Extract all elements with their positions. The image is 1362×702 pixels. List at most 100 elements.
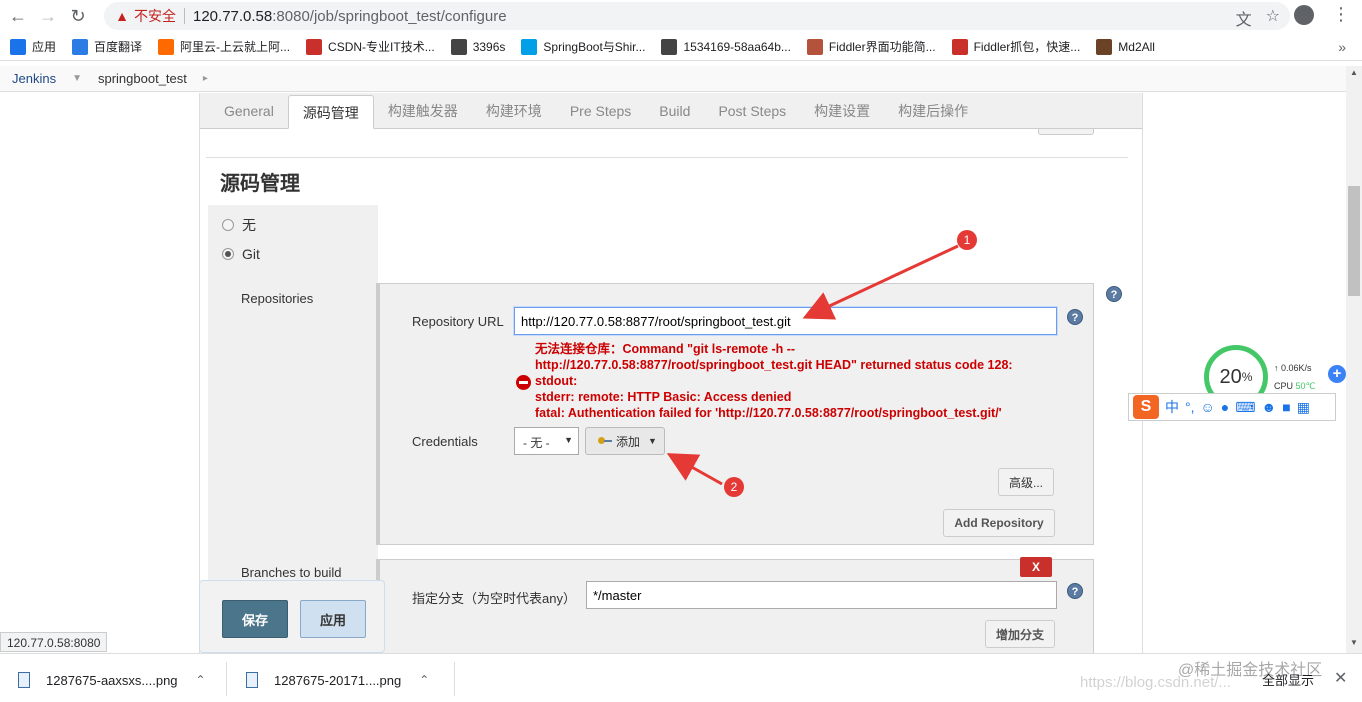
bookmark-item[interactable]: 应用	[10, 38, 56, 55]
bookmark-item[interactable]: Fiddler界面功能简...	[806, 38, 936, 55]
shirt-icon[interactable]: ■	[1282, 399, 1290, 415]
file-icon	[246, 672, 258, 688]
key-icon	[598, 437, 612, 445]
branch-spec-label: 指定分支（为空时代表any）	[412, 591, 576, 606]
bookmark-favicon-icon	[661, 38, 678, 55]
forward-icon[interactable]: →	[36, 4, 60, 28]
breadcrumb-job[interactable]: springboot_test	[86, 71, 199, 86]
bookmark-item[interactable]: SpringBoot与Shir...	[521, 38, 645, 55]
emoji-icon[interactable]: ☺	[1201, 399, 1215, 415]
repositories-label: Repositories	[241, 291, 314, 306]
chevron-up-icon[interactable]: ⌃	[196, 673, 206, 687]
error-icon	[516, 375, 531, 390]
chevron-down-icon: ▼	[648, 436, 657, 446]
more-bookmarks-icon[interactable]: »	[1338, 39, 1346, 55]
tab-1[interactable]: 源码管理	[287, 95, 374, 129]
reload-icon[interactable]: ↻	[66, 4, 90, 28]
radio-none-row[interactable]: 无	[222, 215, 256, 235]
chevron-up-icon[interactable]: ⌃	[419, 673, 429, 687]
bookmark-item[interactable]: Fiddler抓包，快速...	[951, 38, 1080, 55]
chevron-right-icon[interactable]: ▸	[199, 73, 212, 84]
microphone-icon[interactable]: ●	[1221, 399, 1229, 415]
tab-3[interactable]: 构建环境	[472, 94, 556, 128]
bookmark-item[interactable]: 1534169-58aa64b...	[661, 38, 791, 55]
insecure-label: 不安全	[134, 8, 176, 24]
radio-none-label: 无	[242, 217, 256, 233]
divider	[454, 662, 455, 696]
branches-label: Branches to build	[241, 565, 342, 580]
bookmark-item[interactable]: 阿里云-上云就上阿...	[158, 38, 290, 55]
help-icon[interactable]: ?	[1067, 309, 1083, 325]
credentials-select[interactable]: - 无 - ▼	[514, 427, 579, 455]
grid-icon[interactable]: ▦	[1297, 399, 1310, 416]
profile-avatar-icon[interactable]	[1294, 4, 1314, 25]
bookmark-item[interactable]: Md2All	[1096, 38, 1155, 55]
ime-toolbar[interactable]: S 中 °, ☺ ● ⌨ ☻ ■ ▦	[1128, 393, 1336, 421]
divider	[184, 8, 185, 24]
menu-kebab-icon[interactable]: ⋮	[1332, 4, 1350, 25]
bookmark-item[interactable]: CSDN-专业IT技术...	[306, 38, 435, 55]
connection-error-message: 无法连接仓库：Command "git ls-remote -h -- http…	[535, 342, 1013, 420]
chevron-down-icon[interactable]: ▼	[68, 73, 86, 84]
radio-none[interactable]	[222, 219, 234, 231]
bookmark-favicon-icon	[951, 38, 968, 55]
bookmark-star-icon[interactable]: ☆	[1266, 6, 1280, 30]
add-credentials-button[interactable]: 添加 ▼	[585, 427, 665, 455]
tab-7[interactable]: 构建设置	[800, 94, 884, 128]
bookmark-favicon-icon	[158, 38, 175, 55]
apply-button[interactable]: 应用	[300, 600, 366, 638]
plus-icon[interactable]: +	[1328, 365, 1346, 383]
punctuation-icon[interactable]: °,	[1185, 399, 1195, 415]
save-button[interactable]: 保存	[222, 600, 288, 638]
annotation-badge-one: 1	[957, 230, 977, 250]
delete-branch-button[interactable]: X	[1020, 557, 1052, 577]
radio-git-row[interactable]: Git	[222, 246, 260, 262]
user-icon[interactable]: ☻	[1261, 399, 1276, 415]
advanced-button[interactable]: 高级...	[998, 468, 1054, 496]
help-icon[interactable]: ?	[1106, 286, 1122, 302]
tab-8[interactable]: 构建后操作	[884, 94, 982, 128]
help-icon[interactable]: ?	[1067, 583, 1083, 599]
config-page: General 源码管理 构建触发器 构建环境 Pre Steps Build Post S…	[199, 93, 1143, 653]
url-text[interactable]: 120.77.0.58:8080/job/springboot_test/con…	[193, 8, 507, 25]
scroll-up-icon[interactable]: ▲	[1350, 68, 1358, 77]
scroll-down-icon[interactable]: ▼	[1350, 638, 1358, 647]
download-item[interactable]: 1287675-20171....png ⌃	[246, 662, 429, 698]
repository-url-input[interactable]	[514, 307, 1057, 335]
branch-spec-input[interactable]	[586, 581, 1057, 609]
scroll-thumb[interactable]	[1348, 186, 1360, 296]
sogou-logo-icon[interactable]: S	[1133, 395, 1159, 419]
tab-2[interactable]: 构建触发器	[374, 94, 472, 128]
repository-url-label: Repository URL	[412, 314, 504, 329]
browser-toolbar: ← → ↻ ▲ 不安全 120.77.0.58:8080/job/springb…	[0, 0, 1362, 32]
close-icon[interactable]: ✕	[1334, 668, 1347, 688]
tab-4[interactable]: Pre Steps	[556, 94, 645, 128]
breadcrumb-jenkins[interactable]: Jenkins	[0, 71, 68, 86]
radio-git-label: Git	[242, 246, 260, 262]
add-repository-button[interactable]: Add Repository	[943, 509, 1055, 537]
warning-icon: ▲	[115, 8, 129, 24]
tab-0[interactable]: General	[210, 94, 288, 128]
bookmark-item[interactable]: 3396s	[450, 38, 505, 55]
section-divider	[206, 157, 1128, 158]
bookmark-favicon-icon	[1096, 38, 1113, 55]
radio-git[interactable]	[222, 248, 234, 260]
collapsed-button[interactable]	[1038, 129, 1094, 135]
bookmark-favicon-icon	[72, 38, 89, 55]
section-title: 源码管理	[220, 173, 300, 195]
status-url: 120.77.0.58:8080	[0, 632, 108, 652]
translate-icon[interactable]: 文	[1236, 6, 1252, 30]
keyboard-icon[interactable]: ⌨	[1235, 399, 1255, 416]
credentials-label: Credentials	[412, 434, 478, 449]
tab-6[interactable]: Post Steps	[704, 94, 800, 128]
bookmark-item[interactable]: 百度翻译	[72, 38, 142, 55]
watermark: @稀土掘金技术社区	[1178, 662, 1323, 679]
add-branch-button[interactable]: 增加分支	[985, 620, 1055, 648]
address-bar[interactable]: ▲ 不安全 120.77.0.58:8080/job/springboot_te…	[104, 2, 1290, 30]
back-icon[interactable]: ←	[6, 4, 30, 28]
bookmarks-bar: 应用 百度翻译 阿里云-上云就上阿... CSDN-专业IT技术... 3396s Spr…	[0, 33, 1362, 61]
file-icon	[18, 672, 30, 688]
ime-mode[interactable]: 中	[1165, 397, 1179, 417]
tab-5[interactable]: Build	[645, 94, 704, 128]
download-item[interactable]: 1287675-aaxsxs....png ⌃	[18, 662, 206, 698]
